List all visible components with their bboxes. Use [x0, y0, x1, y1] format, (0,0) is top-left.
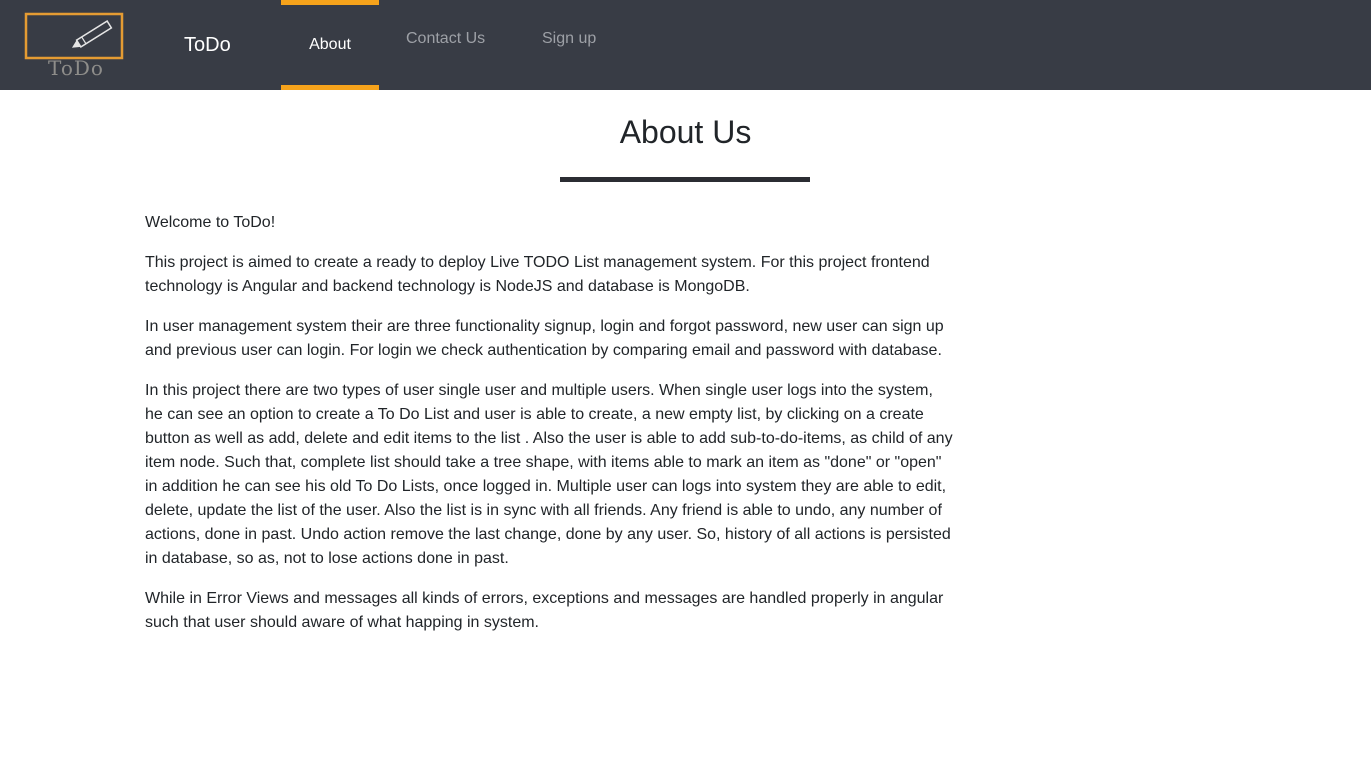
nav-sign-up-label: Sign up: [542, 30, 597, 47]
brand-link[interactable]: ToDo: [184, 33, 231, 57]
about-content: Welcome to ToDo! This project is aimed t…: [145, 211, 955, 651]
paragraph-welcome: Welcome to ToDo!: [145, 214, 276, 231]
nav-contact-us-label: Contact Us: [406, 30, 486, 47]
page-title: About Us: [619, 114, 752, 150]
todo-logo-icon[interactable]: ToDo: [24, 12, 124, 80]
paragraph-error-handling: While in Error Views and messages all ki…: [145, 590, 944, 631]
paragraph-user-types: In this project there are two types of u…: [145, 382, 953, 567]
top-navbar: ToDo ToDo About Contact Us Sign up: [0, 0, 1371, 90]
paragraph-user-management: In user management system their are thre…: [145, 318, 944, 359]
paragraph-project-overview: This project is aimed to create a ready …: [145, 254, 930, 295]
title-divider: [560, 177, 810, 182]
logo-text: ToDo: [48, 56, 104, 78]
nav-about-label: About: [309, 36, 351, 53]
nav-about[interactable]: About: [281, 0, 379, 90]
